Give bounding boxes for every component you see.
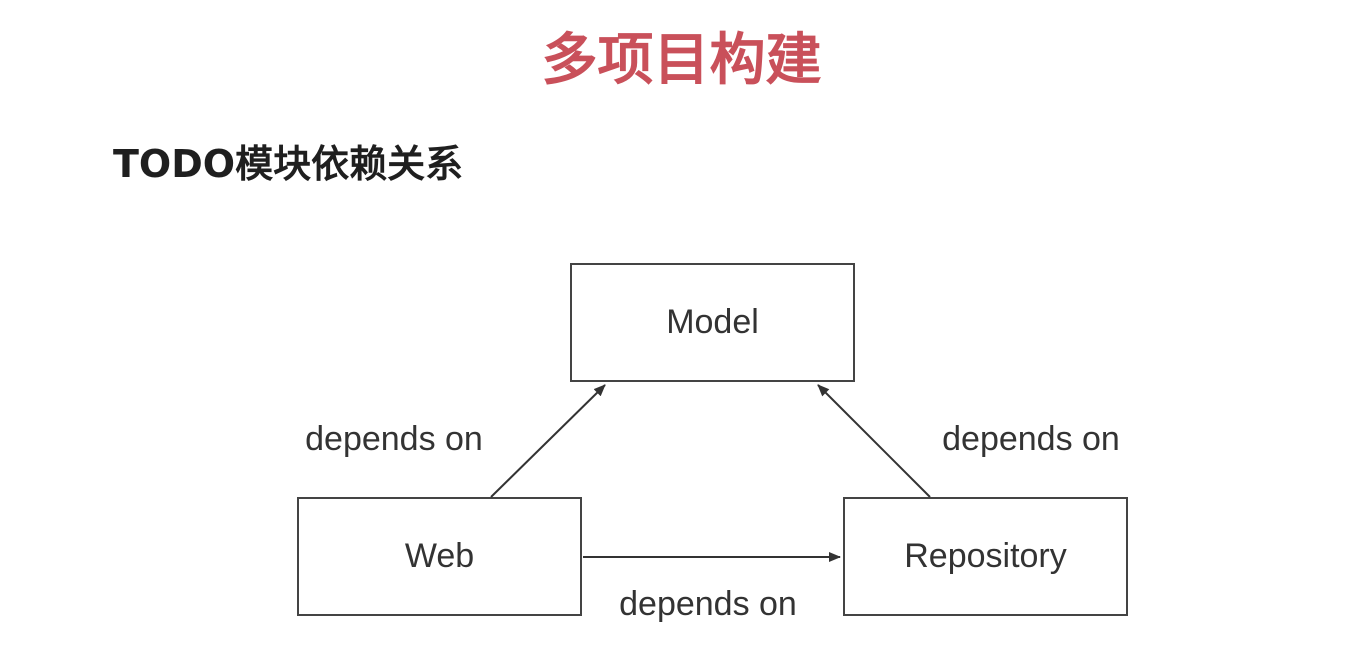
node-web-label: Web [405,537,474,575]
edge-label-repository-to-model: depends on [942,420,1120,458]
node-web: Web [297,497,582,616]
node-model-label: Model [666,303,759,341]
node-repository-label: Repository [904,537,1067,575]
node-repository: Repository [843,497,1128,616]
edge-repository-to-model [817,384,931,498]
slide: 多项目构建 TODO模块依赖关系 Model Web Repository de… [0,0,1363,657]
node-model: Model [570,263,855,382]
edge-label-web-to-model: depends on [305,420,483,458]
edge-label-web-to-repository: depends on [619,585,797,623]
dependency-diagram: Model Web Repository depends on depends … [297,263,1128,623]
edge-web-to-model [490,384,606,498]
